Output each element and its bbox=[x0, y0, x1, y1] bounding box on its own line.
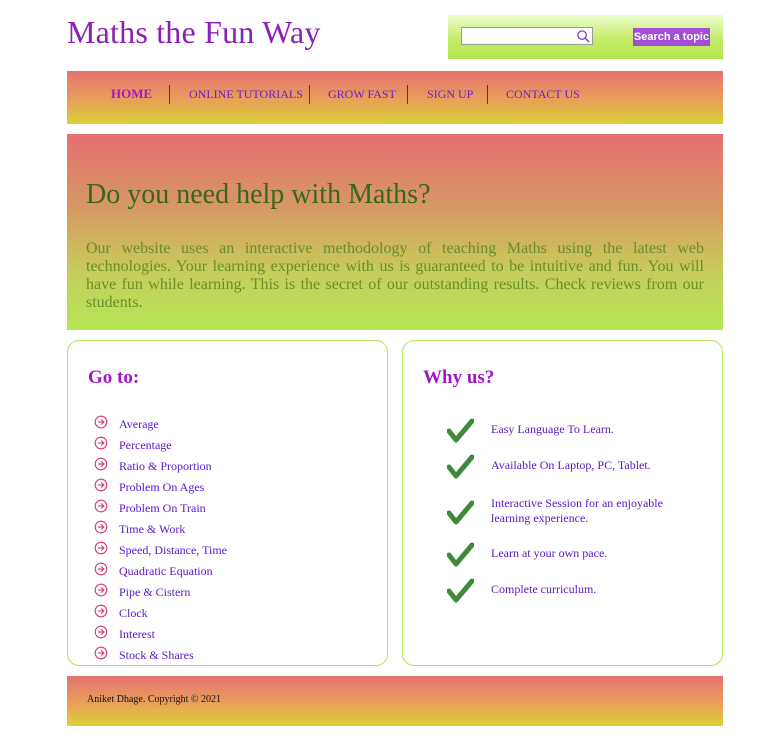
circle-arrow-right-icon bbox=[94, 646, 108, 660]
goto-link[interactable]: Percentage bbox=[119, 438, 172, 453]
circle-arrow-right-icon bbox=[94, 562, 108, 576]
circle-arrow-right-icon bbox=[94, 625, 108, 639]
nav-online-tutorials[interactable]: ONLINE TUTORIALS bbox=[189, 71, 303, 124]
checkmark-icon bbox=[447, 578, 474, 603]
footer: Aniket Dhage. Copyright © 2021 bbox=[67, 676, 723, 726]
goto-link[interactable]: Quadratic Equation bbox=[119, 564, 213, 579]
copyright-text: Aniket Dhage. Copyright © 2021 bbox=[87, 694, 221, 705]
goto-title: Go to: bbox=[88, 367, 140, 388]
nav-contact-us[interactable]: CONTACT US bbox=[506, 71, 580, 124]
nav-home[interactable]: HOME bbox=[111, 71, 152, 124]
search-input[interactable] bbox=[465, 31, 575, 45]
checkmark-icon bbox=[447, 454, 474, 479]
circle-arrow-right-icon bbox=[94, 499, 108, 513]
main-nav: HOME ONLINE TUTORIALS GROW FAST SIGN UP … bbox=[67, 71, 723, 124]
checkmark-icon bbox=[447, 542, 474, 567]
goto-link[interactable]: Average bbox=[119, 417, 159, 432]
goto-link[interactable]: Clock bbox=[119, 606, 148, 621]
why-us-text: Learn at your own pace. bbox=[491, 546, 608, 560]
why-us-text: Available On Laptop, PC, Tablet. bbox=[491, 458, 651, 472]
goto-link[interactable]: Ratio & Proportion bbox=[119, 459, 212, 474]
search-topic-button[interactable]: Search a topic bbox=[633, 28, 710, 46]
nav-grow-fast[interactable]: GROW FAST bbox=[328, 71, 396, 124]
circle-arrow-right-icon bbox=[94, 520, 108, 534]
goto-link[interactable]: Interest bbox=[119, 627, 155, 642]
nav-divider bbox=[309, 85, 310, 104]
why-us-text: Complete curriculum. bbox=[491, 582, 597, 596]
goto-link[interactable]: Problem On Train bbox=[119, 501, 206, 516]
circle-arrow-right-icon bbox=[94, 583, 108, 597]
search-field[interactable] bbox=[461, 27, 593, 45]
nav-divider bbox=[169, 85, 170, 104]
nav-sign-up[interactable]: SIGN UP bbox=[427, 71, 473, 124]
circle-arrow-right-icon bbox=[94, 478, 108, 492]
checkmark-icon bbox=[447, 500, 474, 525]
why-us-title: Why us? bbox=[423, 367, 495, 388]
search-icon[interactable] bbox=[576, 29, 591, 44]
checkmark-icon bbox=[447, 418, 474, 443]
goto-link[interactable]: Pipe & Cistern bbox=[119, 585, 190, 600]
goto-link[interactable]: Speed, Distance, Time bbox=[119, 543, 227, 558]
circle-arrow-right-icon bbox=[94, 541, 108, 555]
nav-divider bbox=[487, 85, 488, 104]
nav-divider bbox=[407, 85, 408, 104]
why-us-text: Easy Language To Learn. bbox=[491, 422, 614, 436]
hero-description: Our website uses an interactive methodol… bbox=[86, 240, 704, 311]
goto-link[interactable]: Problem On Ages bbox=[119, 480, 204, 495]
circle-arrow-right-icon bbox=[94, 457, 108, 471]
why-us-card: Why us? Easy Language To Learn. Available… bbox=[402, 340, 723, 666]
circle-arrow-right-icon bbox=[94, 604, 108, 618]
hero-title: Do you need help with Maths? bbox=[86, 179, 431, 210]
hero-banner: Do you need help with Maths? Our website… bbox=[67, 134, 723, 330]
circle-arrow-right-icon bbox=[94, 415, 108, 429]
goto-card: Go to: Average Percentage Ratio & Proporti… bbox=[67, 340, 388, 666]
goto-link[interactable]: Time & Work bbox=[119, 522, 185, 537]
search-bar: Search a topic bbox=[448, 15, 723, 59]
goto-link[interactable]: Stock & Shares bbox=[119, 648, 194, 663]
site-title: Maths the Fun Way bbox=[67, 14, 321, 50]
why-us-text: Interactive Session for an enjoyable lea… bbox=[491, 496, 663, 525]
circle-arrow-right-icon bbox=[94, 436, 108, 450]
